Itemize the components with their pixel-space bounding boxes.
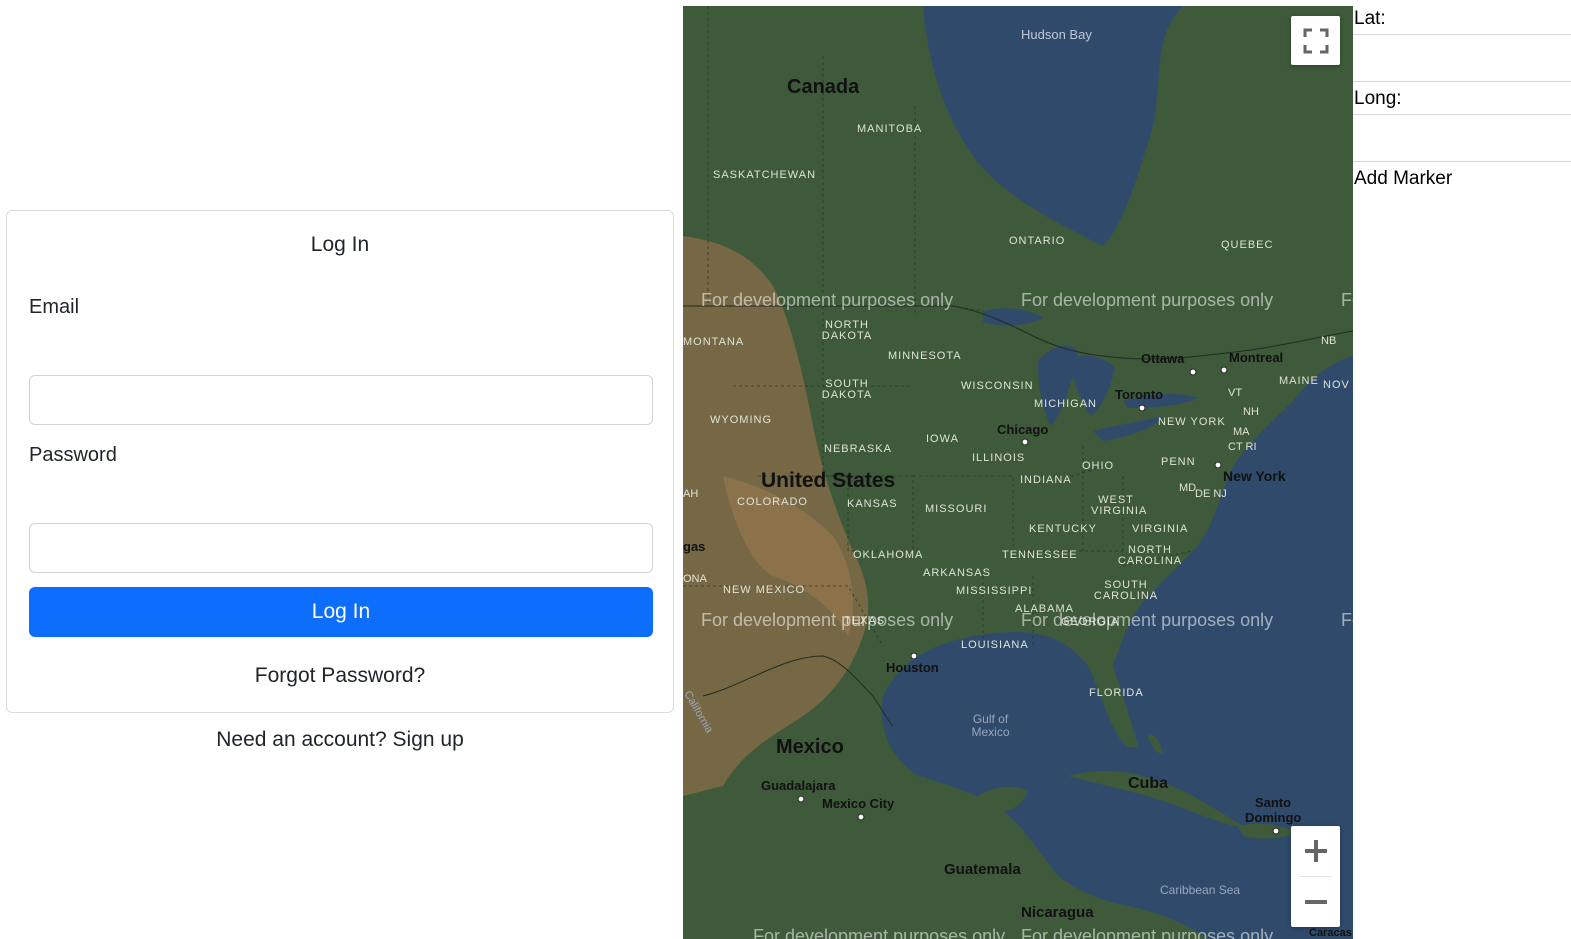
fullscreen-button[interactable] [1291,16,1340,65]
map-canvas[interactable] [683,6,1353,939]
password-field[interactable] [29,523,653,573]
fullscreen-icon [1303,28,1328,53]
marker-form: Lat: Long: Add Marker [1353,0,1571,939]
zoom-in-button[interactable] [1291,826,1340,876]
login-button[interactable]: Log In [29,587,653,637]
plus-icon [1304,840,1327,862]
map[interactable]: Hudson Bay Canada MANITOBA SASKATCHEWAN … [683,6,1353,939]
password-label: Password [29,444,117,466]
zoom-out-button[interactable] [1291,877,1340,927]
lat-label: Lat: [1354,8,1386,29]
long-label: Long: [1354,88,1402,109]
signup-link[interactable]: Need an account? Sign up [6,728,674,752]
login-card: Log In Email Password Log In Forgot Pass… [6,210,674,713]
add-marker-button[interactable]: Add Marker [1354,168,1452,190]
email-field[interactable] [29,375,653,425]
forgot-password-link[interactable]: Forgot Password? [7,664,673,688]
minus-icon [1304,900,1327,904]
zoom-controls [1291,826,1340,927]
lat-input[interactable] [1353,34,1571,82]
login-title: Log In [310,233,370,256]
long-input[interactable] [1353,114,1571,162]
email-label: Email [29,296,80,318]
